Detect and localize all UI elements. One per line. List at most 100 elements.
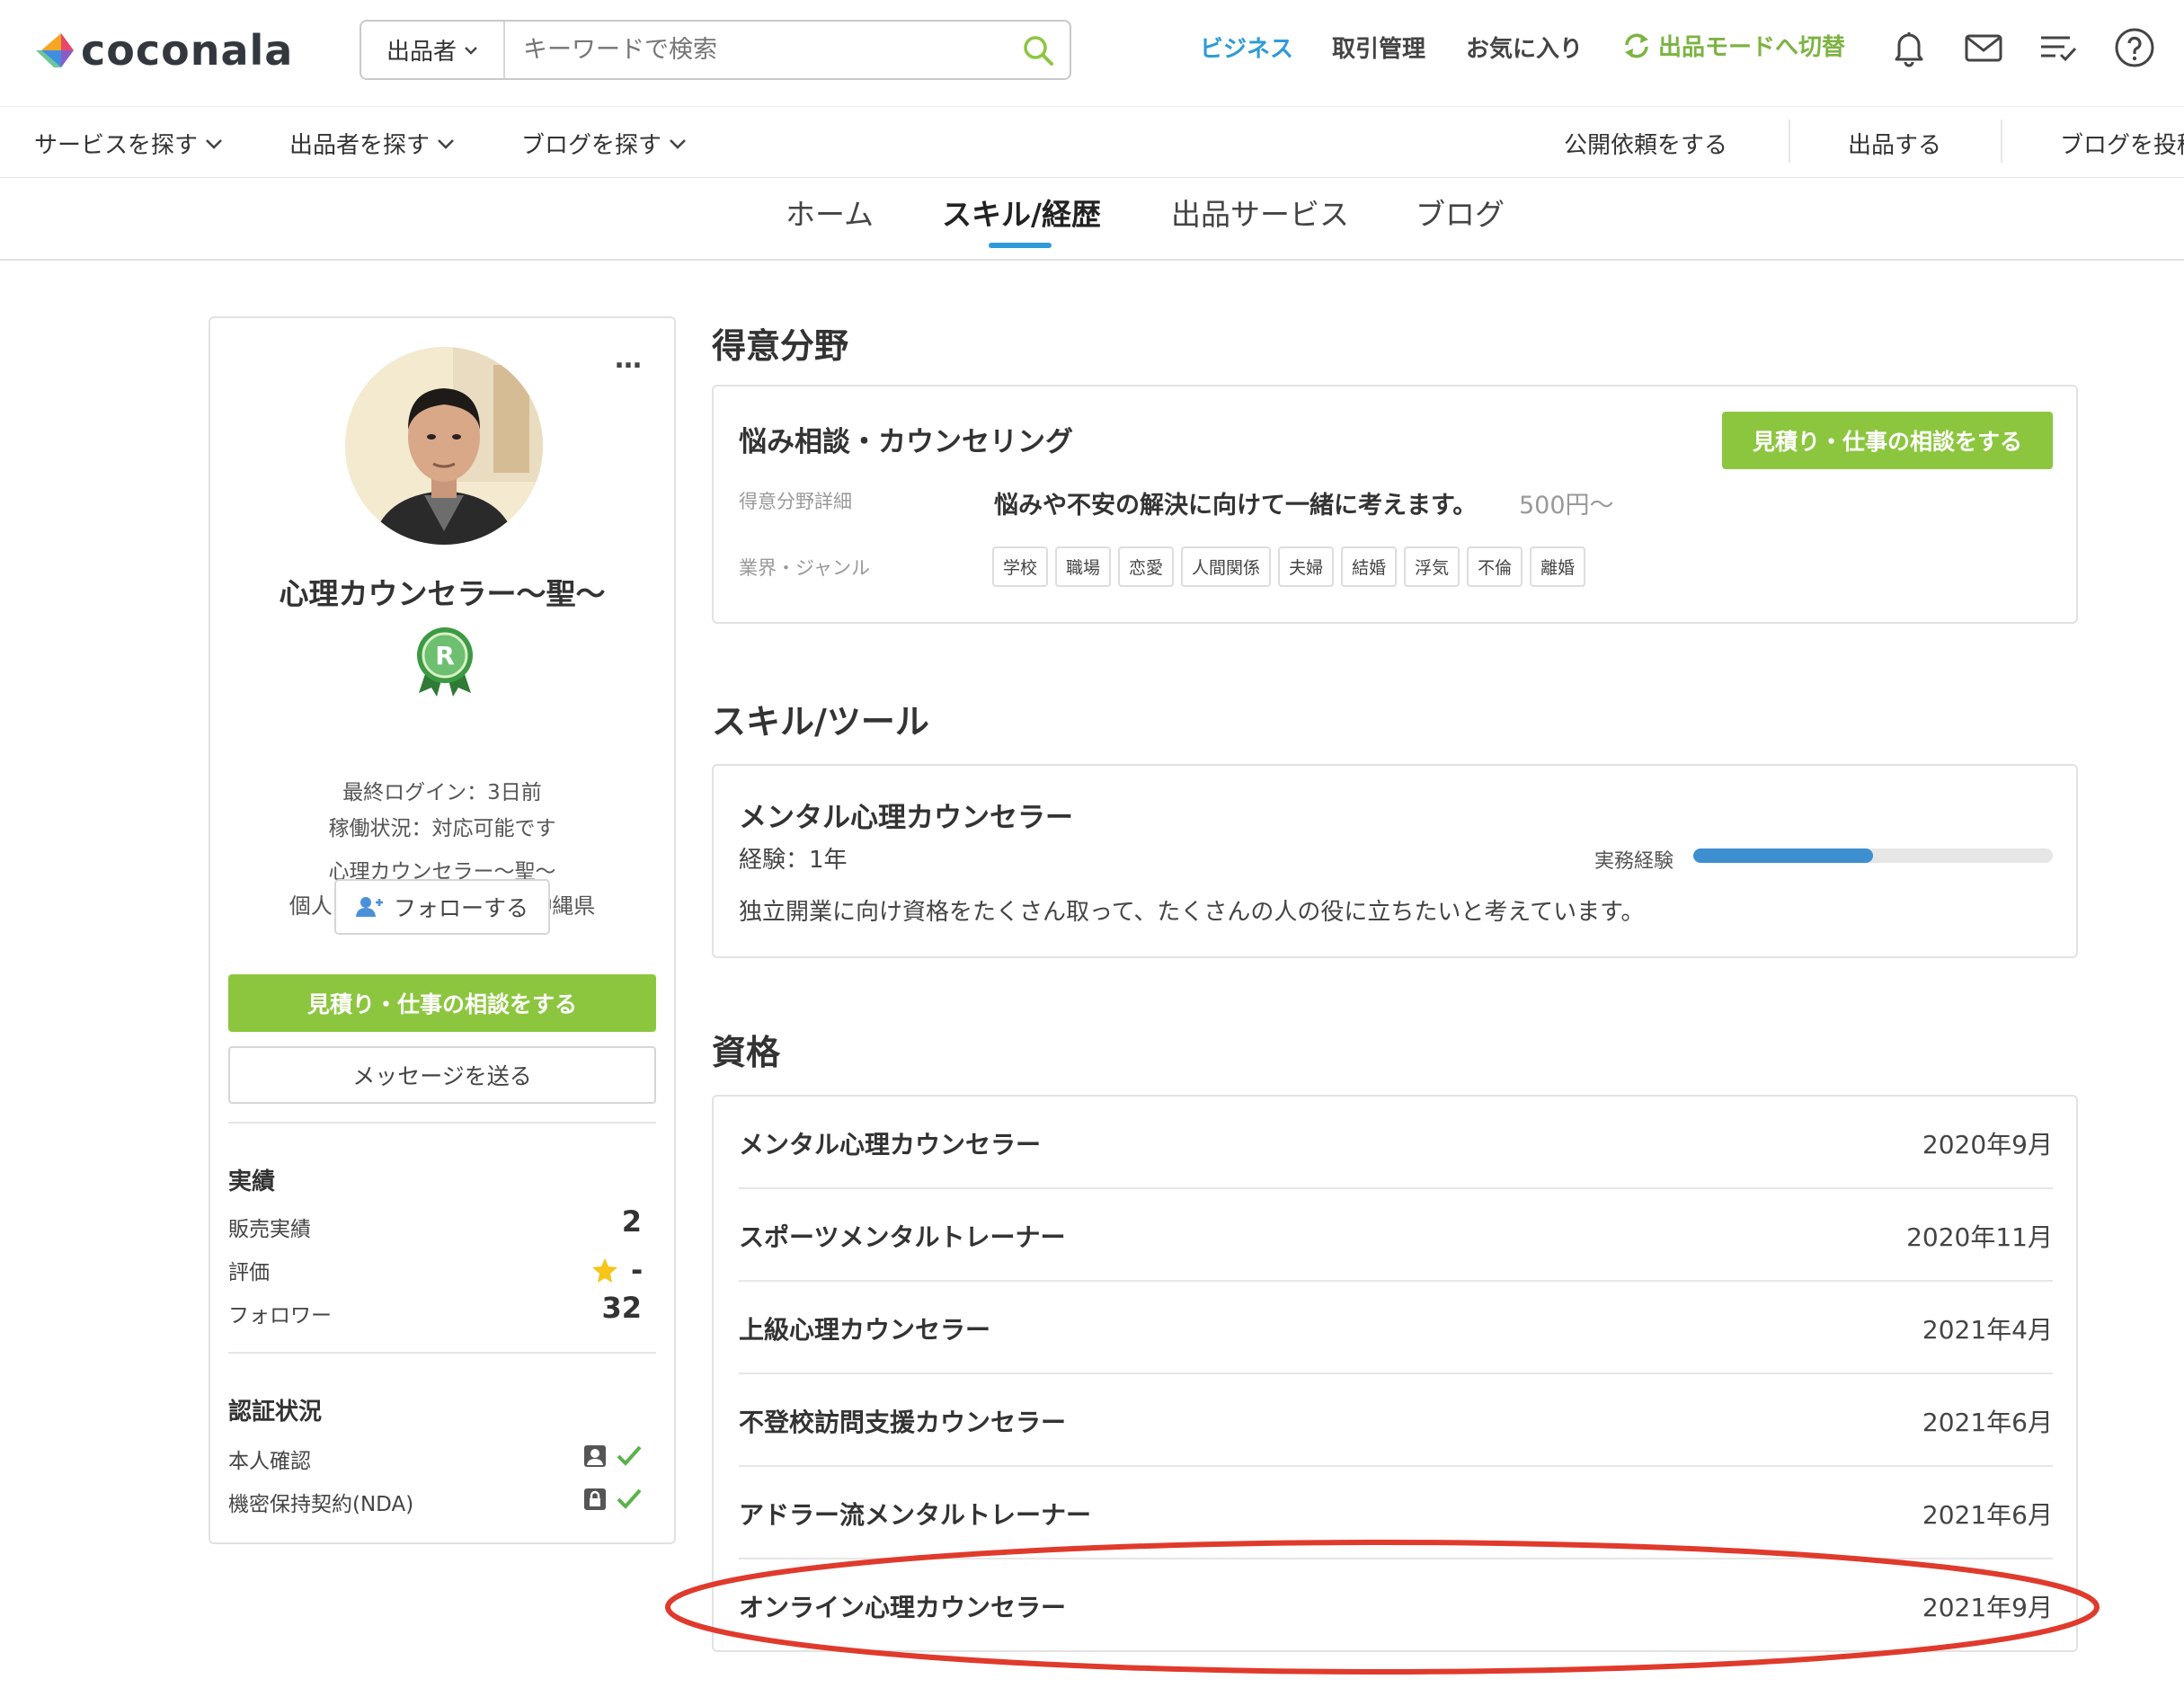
specialty-detail-text: 悩みや不安の解決に向けて一緒に考えます。 xyxy=(994,492,1478,520)
genre-tag[interactable]: 離婚 xyxy=(1530,546,1586,587)
search-icon xyxy=(1024,35,1053,66)
refresh-icon xyxy=(1625,33,1648,58)
followers-value: 32 xyxy=(601,1291,642,1325)
genre-tag[interactable]: 結婚 xyxy=(1341,546,1398,587)
qualification-date: 2020年9月 xyxy=(1922,1130,2053,1159)
qualification-date: 2021年9月 xyxy=(1922,1593,2053,1622)
nav-favorites-link[interactable]: お気に入り xyxy=(1466,31,1583,64)
practical-experience-bar xyxy=(1693,848,2053,863)
qualification-date: 2020年11月 xyxy=(1906,1222,2053,1252)
mail-icon[interactable] xyxy=(1963,27,2004,68)
qualification-date: 2021年4月 xyxy=(1922,1315,2053,1345)
mode-switch-link[interactable]: 出品モードへ切替 xyxy=(1622,29,1845,62)
qualification-date: 2021年6月 xyxy=(1922,1500,2053,1530)
more-options-icon[interactable]: … xyxy=(615,343,644,375)
genre-tag[interactable]: 不倫 xyxy=(1467,546,1523,587)
id-card-icon xyxy=(584,1445,606,1467)
divider xyxy=(1789,120,1790,163)
tab-home[interactable]: ホーム xyxy=(786,191,874,234)
profile-tabs: ホーム スキル/経歴 出品サービス ブログ xyxy=(0,178,2184,261)
genre-tag[interactable]: 夫婦 xyxy=(1278,546,1335,587)
consult-button[interactable]: 見積り・仕事の相談をする xyxy=(228,974,656,1032)
post-blog-link[interactable]: ブログを投稿 xyxy=(2060,127,2184,160)
tab-services[interactable]: 出品サービス xyxy=(1171,191,1349,234)
tab-blog[interactable]: ブログ xyxy=(1416,191,1505,234)
public-request-link[interactable]: 公開依頼をする xyxy=(1564,127,1727,160)
genre-tag[interactable]: 学校 xyxy=(992,546,1049,587)
chevron-down-icon xyxy=(206,138,222,149)
chevron-down-icon xyxy=(438,138,454,149)
send-message-button[interactable]: メッセージを送る xyxy=(228,1046,656,1104)
help-icon[interactable] xyxy=(2114,27,2155,68)
genre-tags: 学校 職場 恋愛 人間関係 夫婦 結婚 浮気 不倫 離婚 xyxy=(992,546,1593,587)
genre-tag[interactable]: 人間関係 xyxy=(1181,546,1272,587)
skills-section-title: スキル/ツール xyxy=(712,702,929,742)
specialty-price: 500円〜 xyxy=(1519,492,1614,520)
genre-tag[interactable]: 職場 xyxy=(1055,546,1112,587)
divider xyxy=(228,1352,656,1354)
genre-tag[interactable]: 浮気 xyxy=(1404,546,1460,587)
practical-experience-fill xyxy=(1693,848,1873,863)
rating-display: - xyxy=(591,1253,643,1287)
logo-text: coconala xyxy=(81,26,294,75)
specialty-name: 悩み相談・カウンセリング xyxy=(739,426,1073,458)
tab-skills-career[interactable]: スキル/経歴 xyxy=(942,191,1101,234)
sales-value: 2 xyxy=(621,1204,642,1239)
rating-label: 評価 xyxy=(228,1261,270,1284)
avatar-photo xyxy=(345,347,543,545)
nav-transactions-link[interactable]: 取引管理 xyxy=(1332,31,1425,64)
qualification-name: 上級心理カウンセラー xyxy=(739,1315,991,1345)
follow-button[interactable]: フォローする xyxy=(334,879,550,935)
qualification-name: 不登校訪問支援カウンセラー xyxy=(739,1408,1067,1437)
chevron-down-icon xyxy=(465,46,477,55)
identity-verification-status xyxy=(582,1444,642,1469)
search-scope-select[interactable]: 出品者 xyxy=(361,22,505,78)
bell-icon[interactable] xyxy=(1888,27,1930,68)
profile-card: … 心理カウンセラー〜聖〜 R 最終ログイン：3日前 稼働状況：対応可能です 心… xyxy=(209,316,676,1544)
qualification-row: アドラー流メンタルトレーナー 2021年6月 xyxy=(739,1467,2053,1559)
qualifications-card: メンタル心理カウンセラー 2020年9月 スポーツメンタルトレーナー 2020年… xyxy=(712,1095,2078,1652)
results-title: 実績 xyxy=(228,1168,276,1195)
follow-label: フォローする xyxy=(393,895,528,921)
qualification-row: 上級心理カウンセラー 2021年4月 xyxy=(739,1282,2053,1374)
practical-experience-label: 実務経験 xyxy=(1594,850,1674,873)
skill-card: メンタル心理カウンセラー 経験：1年 実務経験 独立開業に向け資格をたくさん取っ… xyxy=(712,764,2078,958)
find-blogs-menu[interactable]: ブログを探す xyxy=(521,127,687,160)
divider xyxy=(2001,120,2002,163)
skill-experience: 経験：1年 xyxy=(739,847,848,874)
specialty-detail-label: 得意分野詳細 xyxy=(739,491,852,512)
rank-badge: R xyxy=(413,626,476,697)
qualification-row: 不登校訪問支援カウンセラー 2021年6月 xyxy=(739,1374,2053,1467)
qualification-row: メンタル心理カウンセラー 2020年9月 xyxy=(739,1097,2053,1189)
qualifications-section-title: 資格 xyxy=(712,1033,781,1072)
specialty-section-title: 得意分野 xyxy=(712,326,849,366)
lock-icon xyxy=(584,1488,606,1510)
nda-label: 機密保持契約(NDA) xyxy=(228,1493,414,1516)
coconala-logo[interactable]: coconala xyxy=(34,25,293,76)
search-input[interactable] xyxy=(505,22,1007,78)
sell-link[interactable]: 出品する xyxy=(1848,127,1941,160)
search-button[interactable] xyxy=(1007,22,1070,78)
qualification-name: メンタル心理カウンセラー xyxy=(739,1130,1042,1159)
active-tab-indicator xyxy=(989,243,1052,248)
skill-description: 独立開業に向け資格をたくさん取って、たくさんの人の役に立ちたいと考えています。 xyxy=(739,899,1645,926)
sub-navigation: サービスを探す 出品者を探す ブログを探す 公開依頼をする 出品する ブログを投… xyxy=(0,106,2184,178)
genre-tag[interactable]: 恋愛 xyxy=(1118,546,1175,587)
consult-button[interactable]: 見積り・仕事の相談をする xyxy=(1722,412,2053,469)
qualification-row: スポーツメンタルトレーナー 2020年11月 xyxy=(739,1189,2053,1282)
find-services-menu[interactable]: サービスを探す xyxy=(34,127,223,160)
find-sellers-menu[interactable]: 出品者を探す xyxy=(289,127,455,160)
followers-label: フォロワー xyxy=(228,1304,332,1328)
qualification-name: スポーツメンタルトレーナー xyxy=(739,1222,1066,1252)
check-icon xyxy=(617,1488,642,1509)
star-icon xyxy=(592,1258,617,1283)
nav-business-link[interactable]: ビジネス xyxy=(1200,31,1293,64)
last-login: 最終ログイン：3日前 xyxy=(342,781,542,804)
add-user-icon xyxy=(355,897,383,917)
sales-label: 販売実績 xyxy=(228,1218,311,1241)
user-name: 心理カウンセラー〜聖〜 xyxy=(279,576,606,611)
nda-status xyxy=(582,1487,642,1512)
task-list-icon[interactable] xyxy=(2038,27,2079,68)
search-bar: 出品者 xyxy=(360,20,1071,80)
mode-switch-label: 出品モードへ切替 xyxy=(1658,34,1846,61)
